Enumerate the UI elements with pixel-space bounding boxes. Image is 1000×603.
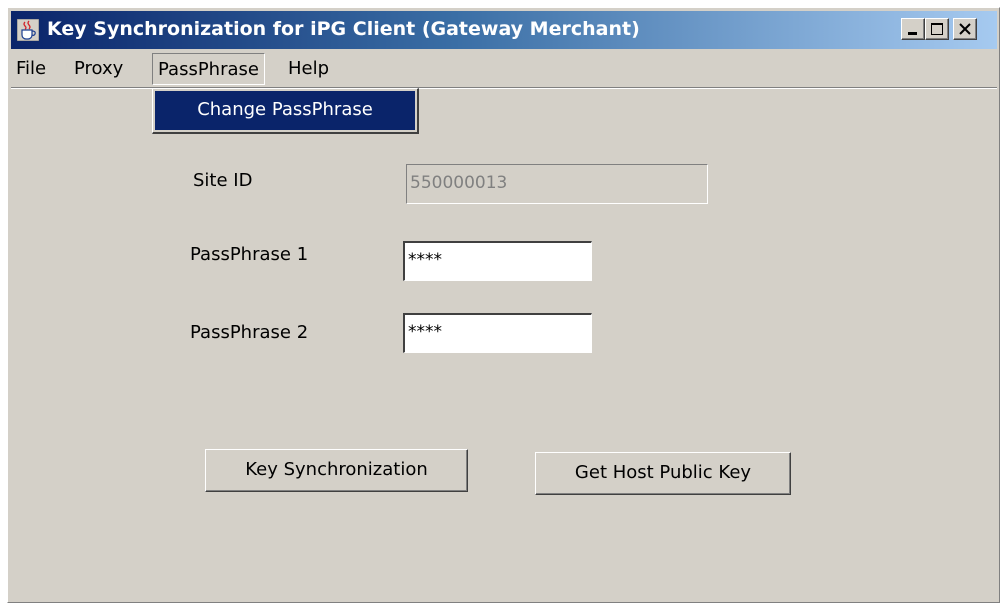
menu-proxy[interactable]: Proxy <box>69 53 128 85</box>
java-cup-icon <box>16 18 40 42</box>
minimize-button[interactable] <box>901 18 925 40</box>
site-id-label: Site ID <box>193 170 253 191</box>
passphrase1-field[interactable]: **** <box>403 241 592 281</box>
app-window: Key Synchronization for iPG Client (Gate… <box>7 7 1000 603</box>
window-title: Key Synchronization for iPG Client (Gate… <box>47 18 640 40</box>
menu-help[interactable]: Help <box>283 53 334 85</box>
maximize-button[interactable] <box>925 18 949 40</box>
passphrase1-label: PassPhrase 1 <box>190 244 309 265</box>
site-id-field[interactable]: 550000013 <box>406 164 708 204</box>
close-button[interactable] <box>953 18 977 40</box>
get-host-public-key-button[interactable]: Get Host Public Key <box>535 452 791 495</box>
menu-file[interactable]: File <box>11 53 51 85</box>
menu-bar: File Proxy PassPhrase Help <box>11 51 997 88</box>
title-bar[interactable]: Key Synchronization for iPG Client (Gate… <box>11 11 997 49</box>
menu-passphrase[interactable]: PassPhrase <box>152 53 265 85</box>
menu-item-change-passphrase[interactable]: Change PassPhrase <box>155 91 415 130</box>
key-synchronization-button[interactable]: Key Synchronization <box>205 449 468 492</box>
passphrase-dropdown-menu: Change PassPhrase <box>152 88 419 134</box>
passphrase2-label: PassPhrase 2 <box>190 322 309 343</box>
passphrase2-field[interactable]: **** <box>403 313 592 353</box>
